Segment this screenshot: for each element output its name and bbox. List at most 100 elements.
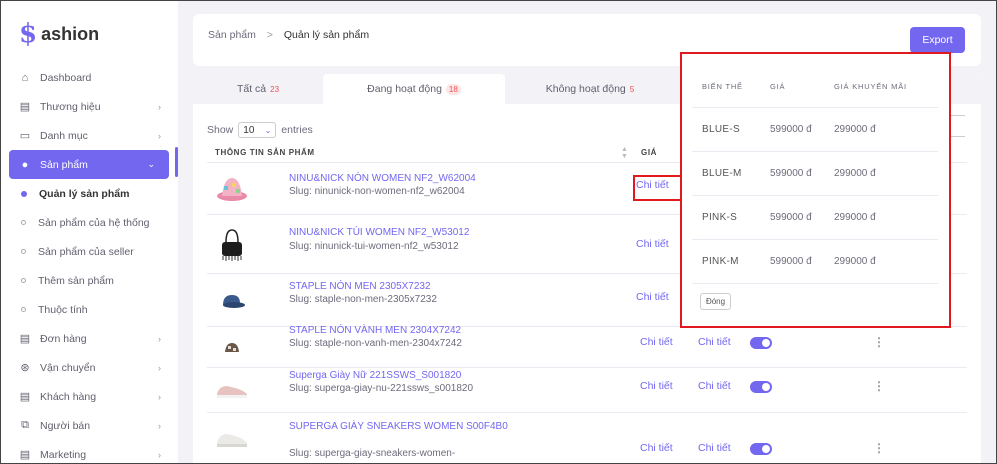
chevron-right-icon: › xyxy=(158,420,161,431)
table-row: STAPLE NÓN VÀNH MEN 2304X7242 Slug: stap… xyxy=(207,325,967,368)
breadcrumb-root[interactable]: Sản phẩm xyxy=(208,29,256,41)
breadcrumb-current: Quản lý sản phẩm xyxy=(283,29,370,41)
bullet-icon xyxy=(21,307,26,312)
product-name-link[interactable]: NINU&NICK NÓN WOMEN NF2_W62004 xyxy=(289,172,549,185)
sidebar-subitem-label: Sản phẩm của hệ thống xyxy=(38,216,150,229)
product-slug: Slug: superga-giay-sneakers-women- xyxy=(289,448,456,459)
sidebar-item-label: Người bán xyxy=(40,419,91,432)
sidebar-subitem-add-product[interactable]: Thêm sản phẩm xyxy=(7,266,175,295)
sidebar: $ ashion ⌂ Dashboard ▤ Thương hiệu › ▭ D… xyxy=(1,1,178,463)
sidebar-subitem-seller-products[interactable]: Sản phẩm của seller xyxy=(7,237,175,266)
entries-value: 10 xyxy=(243,124,255,136)
variant-detail-link[interactable]: Chi tiết xyxy=(698,380,731,392)
logo-mark: $ xyxy=(19,19,38,49)
status-toggle[interactable] xyxy=(750,381,772,393)
sidebar-item-dashboard[interactable]: ⌂ Dashboard xyxy=(7,63,175,92)
more-actions-icon[interactable]: ⋮ xyxy=(873,441,885,455)
sidebar-item-sellers[interactable]: ⧉ Người bán › xyxy=(7,411,175,440)
tab-active[interactable]: Đang hoạt động 18 xyxy=(323,74,505,104)
sidebar-subitem-attributes[interactable]: Thuộc tính xyxy=(7,295,175,324)
price-detail-link[interactable]: Chi tiết xyxy=(636,238,669,250)
product-name-link[interactable]: Superga Giày Nữ 221SSWS_S001820 xyxy=(289,369,549,382)
sidebar-item-products[interactable]: ● Sản phẩm ⌄ xyxy=(9,150,169,179)
variant-name: PINK-M xyxy=(702,256,739,267)
variant-price: 599000 đ xyxy=(770,255,812,267)
variant-detail-link[interactable]: Chi tiết xyxy=(698,336,731,348)
variant-price: 599000 đ xyxy=(770,123,812,135)
variant-row: PINK-S 599000 đ 299000 đ xyxy=(692,196,938,240)
product-name-link[interactable]: STAPLE NÓN VÀNH MEN 2304X7242 xyxy=(289,324,549,337)
column-header-product-info[interactable]: THÔNG TIN SẢN PHẨM xyxy=(215,148,315,157)
brand-icon: ▤ xyxy=(19,101,31,113)
sidebar-item-shipping[interactable]: ⊛ Vận chuyển › xyxy=(7,353,175,382)
table-row: SUPERGA GIÀY SNEAKERS WOMEN S00F4B0 Slug… xyxy=(207,414,967,464)
more-actions-icon[interactable]: ⋮ xyxy=(873,335,885,349)
more-actions-icon[interactable]: ⋮ xyxy=(873,379,885,393)
variant-row: BLUE-M 599000 đ 299000 đ xyxy=(692,152,938,196)
variant-price: 599000 đ xyxy=(770,211,812,223)
sort-icon[interactable]: ▲ ▼ xyxy=(621,146,628,160)
entries-select[interactable]: 10 ⌄ xyxy=(238,122,277,138)
chevron-right-icon: › xyxy=(158,333,161,344)
sidebar-item-label: Thương hiệu xyxy=(40,100,101,113)
sidebar-item-customers[interactable]: ▤ Khách hàng › xyxy=(7,382,175,411)
sidebar-subitem-manage-products[interactable]: Quản lý sản phẩm xyxy=(7,179,175,208)
home-icon: ⌂ xyxy=(21,71,29,84)
variant-row: BLUE-S 599000 đ 299000 đ xyxy=(692,108,938,152)
price-detail-link[interactable]: Chi tiết xyxy=(636,291,669,303)
chevron-down-icon: ⌄ xyxy=(147,159,155,169)
export-button[interactable]: Export xyxy=(910,27,965,53)
product-thumbnail-hat xyxy=(214,171,250,207)
status-toggle[interactable] xyxy=(750,443,772,455)
sidebar-subitem-label: Thêm sản phẩm xyxy=(38,274,114,287)
tab-inactive[interactable]: Không hoạt động 5 xyxy=(505,74,675,104)
product-thumbnail-cap xyxy=(214,283,250,319)
sidebar-item-brand[interactable]: ▤ Thương hiệu › xyxy=(7,92,175,121)
sidebar-item-category[interactable]: ▭ Danh mục › xyxy=(7,121,175,150)
variant-sale-price: 299000 đ xyxy=(834,256,876,267)
variant-name: BLUE-M xyxy=(702,168,742,179)
chevron-down-icon: ⌄ xyxy=(264,125,272,135)
chevron-right-icon: › xyxy=(158,449,161,460)
entries-label: entries xyxy=(281,124,313,136)
show-label: Show xyxy=(207,124,234,136)
product-slug: Slug: superga-giay-nu-221ssws_s001820 xyxy=(289,383,474,394)
customer-icon: ▤ xyxy=(19,391,31,403)
price-detail-link[interactable]: Chi tiết xyxy=(640,442,673,454)
tab-count-badge: 23 xyxy=(270,84,280,94)
price-detail-link[interactable]: Chi tiết xyxy=(640,336,673,348)
price-detail-link[interactable]: Chi tiết xyxy=(640,380,673,392)
tab-count-badge: 5 xyxy=(629,84,635,94)
entries-control: Show 10 ⌄ entries xyxy=(207,122,313,138)
sidebar-item-label: Sản phẩm xyxy=(40,158,88,171)
variant-name: BLUE-S xyxy=(702,124,740,135)
tab-all[interactable]: Tất cả 23 xyxy=(193,74,323,104)
variant-price: 599000 đ xyxy=(770,167,812,179)
sidebar-subitem-system-products[interactable]: Sản phẩm của hệ thống xyxy=(7,208,175,237)
close-button[interactable]: Đóng xyxy=(700,293,731,310)
shipping-icon: ⊛ xyxy=(20,362,30,374)
chevron-right-icon: › xyxy=(158,362,161,373)
logo[interactable]: $ ashion xyxy=(19,21,99,47)
sidebar-item-orders[interactable]: ▤ Đơn hàng › xyxy=(7,324,175,353)
variant-sale-price: 299000 đ xyxy=(834,212,876,223)
status-toggle[interactable] xyxy=(750,337,772,349)
breadcrumb-separator: > xyxy=(266,29,273,41)
category-icon: ▭ xyxy=(19,130,31,142)
variant-detail-link[interactable]: Chi tiết xyxy=(698,442,731,454)
tab-count-badge: 18 xyxy=(445,83,461,95)
chevron-right-icon: › xyxy=(158,101,161,112)
table-row: Superga Giày Nữ 221SSWS_S001820 Slug: su… xyxy=(207,369,967,413)
bullet-icon xyxy=(21,278,26,283)
product-name-link[interactable]: SUPERGA GIÀY SNEAKERS WOMEN S00F4B0 xyxy=(289,420,549,433)
column-header-variant: BIẾN THỂ xyxy=(702,82,743,91)
column-header-price[interactable]: GIÁ xyxy=(641,148,657,157)
variant-row: PINK-M 599000 đ 299000 đ xyxy=(692,240,938,284)
sidebar-scrollbar[interactable] xyxy=(175,147,178,177)
sidebar-item-marketing[interactable]: ▤ Marketing › xyxy=(7,440,175,464)
product-name-link[interactable]: STAPLE NÓN MEN 2305X7232 xyxy=(289,280,549,293)
column-header-sale-price: GIÁ KHUYẾN MÃI xyxy=(834,82,907,91)
product-name-link[interactable]: NINU&NICK TÚI WOMEN NF2_W53012 xyxy=(289,226,549,239)
sidebar-item-label: Danh mục xyxy=(40,129,88,142)
breadcrumb: Sản phẩm > Quản lý sản phẩm xyxy=(208,29,369,41)
